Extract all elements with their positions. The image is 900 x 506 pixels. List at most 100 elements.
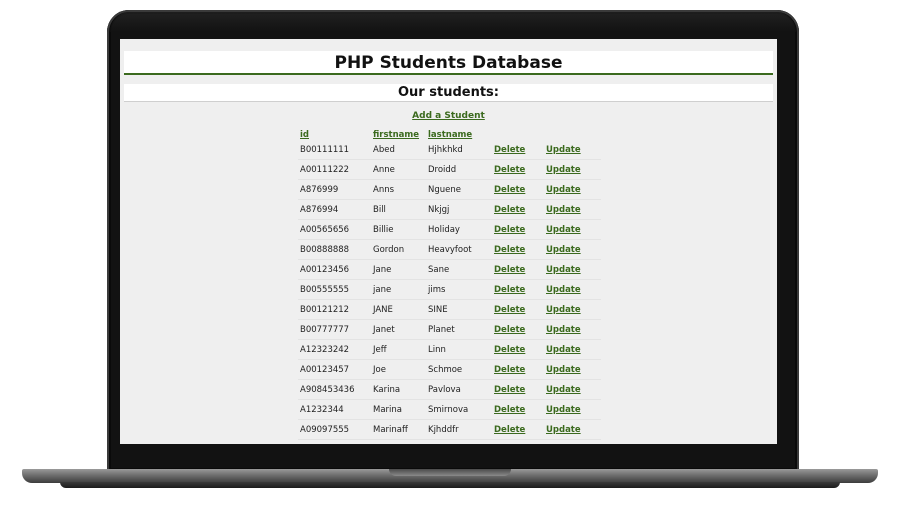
delete-link-cell: Delete — [492, 399, 544, 420]
add-student-link[interactable]: Add a Student — [120, 110, 777, 122]
update-link[interactable]: Update — [546, 205, 581, 215]
student-id-cell: A876999 — [298, 179, 371, 200]
student-id-cell: A09097555 — [298, 419, 371, 440]
delete-link[interactable]: Delete — [494, 345, 525, 355]
update-link[interactable]: Update — [546, 425, 581, 435]
delete-link[interactable]: Delete — [494, 365, 525, 375]
table-row: A1232344 Marina Smirnova Delete Update — [298, 399, 601, 420]
table-row: B00888888 Gordon Heavyfoot Delete Update — [298, 239, 601, 260]
table-row: A876994 Bill Nkjgj Delete Update — [298, 199, 601, 220]
table-row: A876999 Anns Nguene Delete Update — [298, 179, 601, 200]
update-link[interactable]: Update — [546, 385, 581, 395]
student-lastname-cell: SINE — [426, 299, 492, 320]
student-firstname-cell: Jeff — [371, 339, 426, 360]
table-row: A908453436 Karina Pavlova Delete Update — [298, 379, 601, 400]
student-id-cell: B00111111 — [298, 140, 371, 160]
student-firstname-cell: Janet — [371, 319, 426, 340]
column-header-firstname[interactable]: firstname — [371, 128, 426, 140]
update-link[interactable]: Update — [546, 345, 581, 355]
delete-link-cell: Delete — [492, 419, 544, 440]
delete-link[interactable]: Delete — [494, 405, 525, 415]
table-row: A00565656 Billie Holiday Delete Update — [298, 219, 601, 240]
student-lastname-cell: Sane — [426, 259, 492, 280]
update-link[interactable]: Update — [546, 305, 581, 315]
student-lastname-cell: jims — [426, 279, 492, 300]
table-header-row: id firstname lastname — [298, 128, 601, 140]
student-firstname-cell: Karina — [371, 379, 426, 400]
student-firstname-cell: Joe — [371, 359, 426, 380]
update-link[interactable]: Update — [546, 225, 581, 235]
table-row: B00777777 Janet Planet Delete Update — [298, 319, 601, 340]
student-firstname-cell: Billie — [371, 219, 426, 240]
student-lastname-cell: Droidd — [426, 159, 492, 180]
student-id-cell: B00555555 — [298, 279, 371, 300]
update-link-cell: Update — [544, 259, 601, 280]
update-link-cell: Update — [544, 140, 601, 160]
student-firstname-cell: Marinaff — [371, 419, 426, 440]
student-firstname-cell: Anns — [371, 179, 426, 200]
update-link-cell: Update — [544, 379, 601, 400]
delete-link-cell: Delete — [492, 299, 544, 320]
delete-link[interactable]: Delete — [494, 305, 525, 315]
laptop-base-underside — [60, 482, 840, 488]
update-link[interactable]: Update — [546, 365, 581, 375]
update-link[interactable]: Update — [546, 325, 581, 335]
delete-link[interactable]: Delete — [494, 185, 525, 195]
student-id-cell: A00123457 — [298, 359, 371, 380]
student-firstname-cell: jane — [371, 279, 426, 300]
student-firstname-cell: Anne — [371, 159, 426, 180]
delete-link[interactable]: Delete — [494, 285, 525, 295]
update-link-cell: Update — [544, 159, 601, 180]
delete-link-cell: Delete — [492, 279, 544, 300]
delete-link[interactable]: Delete — [494, 165, 525, 175]
delete-link[interactable]: Delete — [494, 205, 525, 215]
update-link-cell: Update — [544, 279, 601, 300]
delete-link[interactable]: Delete — [494, 145, 525, 155]
laptop-lid-highlight — [110, 12, 796, 32]
delete-link[interactable]: Delete — [494, 225, 525, 235]
table-row: A12323242 Jeff Linn Delete Update — [298, 339, 601, 360]
student-id-cell: B00121212 — [298, 299, 371, 320]
update-link[interactable]: Update — [546, 285, 581, 295]
column-header-id[interactable]: id — [298, 128, 371, 140]
update-link[interactable]: Update — [546, 265, 581, 275]
delete-link[interactable]: Delete — [494, 265, 525, 275]
table-row: A00111222 Anne Droidd Delete Update — [298, 159, 601, 180]
student-lastname-cell: Hjhkhkd — [426, 140, 492, 160]
delete-link[interactable]: Delete — [494, 385, 525, 395]
student-id-cell: B00888888 — [298, 239, 371, 260]
update-link[interactable]: Update — [546, 185, 581, 195]
delete-link[interactable]: Delete — [494, 325, 525, 335]
student-lastname-cell: Nguene — [426, 179, 492, 200]
student-lastname-cell: Schmoe — [426, 359, 492, 380]
delete-link[interactable]: Delete — [494, 245, 525, 255]
student-lastname-cell: Kjhddfr — [426, 419, 492, 440]
update-link[interactable]: Update — [546, 245, 581, 255]
students-table-body: B00111111 Abed Hjhkhkd Delete Update A0011122… — [298, 140, 601, 440]
student-id-cell: A1232344 — [298, 399, 371, 420]
student-firstname-cell: Gordon — [371, 239, 426, 260]
browser-viewport: PHP Students Database Our students: Add … — [120, 39, 777, 444]
student-id-cell: A12323242 — [298, 339, 371, 360]
student-lastname-cell: Nkjgj — [426, 199, 492, 220]
update-link-cell: Update — [544, 339, 601, 360]
student-id-cell: A00123456 — [298, 259, 371, 280]
update-link[interactable]: Update — [546, 145, 581, 155]
update-link-cell: Update — [544, 179, 601, 200]
delete-link-cell: Delete — [492, 239, 544, 260]
update-link-cell: Update — [544, 219, 601, 240]
update-link[interactable]: Update — [546, 165, 581, 175]
student-lastname-cell: Linn — [426, 339, 492, 360]
table-row: B00111111 Abed Hjhkhkd Delete Update — [298, 140, 601, 160]
student-id-cell: A876994 — [298, 199, 371, 220]
update-link-cell: Update — [544, 199, 601, 220]
delete-link-cell: Delete — [492, 140, 544, 160]
update-link[interactable]: Update — [546, 405, 581, 415]
student-firstname-cell: Marina — [371, 399, 426, 420]
column-header-update — [544, 128, 601, 140]
column-header-delete — [492, 128, 544, 140]
student-firstname-cell: Abed — [371, 140, 426, 160]
delete-link[interactable]: Delete — [494, 425, 525, 435]
column-header-lastname[interactable]: lastname — [426, 128, 492, 140]
delete-link-cell: Delete — [492, 339, 544, 360]
